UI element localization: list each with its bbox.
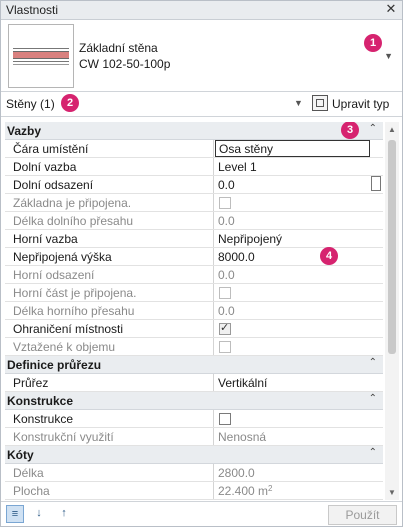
property-grid: Vazby 3 ⌃ Čára umístění Osa stěny Dolní … [5, 122, 383, 500]
apply-button[interactable]: Použít [328, 505, 397, 525]
checkbox [219, 197, 231, 209]
prop-value[interactable]: 0.0 [218, 178, 235, 192]
filter-chevron-icon[interactable]: ▼ [294, 98, 303, 108]
sort-az-icon[interactable]: ↓ [31, 505, 47, 521]
prop-cross-section[interactable]: Průřez Vertikální [5, 374, 383, 392]
prop-label: Ohraničení místnosti [13, 322, 124, 336]
group-section[interactable]: Definice průřezu ⌃ [5, 356, 383, 374]
prop-label: Horní část je připojena. [13, 286, 137, 300]
collapse-icon[interactable]: ⌃ [369, 123, 377, 134]
prop-value: 22.400 m2 [218, 484, 273, 498]
prop-value: 0.0 [218, 304, 235, 318]
scroll-up-icon[interactable]: ▲ [388, 125, 396, 134]
prop-base-offset[interactable]: Dolní odsazení 0.0 [5, 176, 383, 194]
prop-value: 0.0 [218, 268, 235, 282]
prop-value: Nenosná [218, 430, 267, 444]
prop-value[interactable]: Nepřipojený [218, 232, 282, 246]
edit-type-button[interactable]: Upravit typ [310, 93, 398, 114]
location-line-field[interactable]: Osa stěny [215, 140, 370, 157]
prop-base-extension: Délka dolního přesahu 0.0 [5, 212, 383, 230]
prop-label: Průřez [13, 376, 49, 390]
window-title: Vlastnosti [6, 3, 59, 17]
close-icon[interactable]: ✕ [384, 2, 398, 16]
prop-label: Horní vazba [13, 232, 78, 246]
prop-label: Vztažené k objemu [13, 340, 116, 354]
properties-panel: Vlastnosti ✕ Základní stěna CW 102-50-10… [0, 0, 403, 527]
scrollbar[interactable]: ▲ ▼ [385, 122, 399, 500]
group-title: Kóty [7, 448, 34, 462]
edit-type-icon [312, 95, 328, 111]
sort-category-icon[interactable]: ≡ [6, 505, 24, 523]
prop-related-mass: Vztažené k objemu [5, 338, 383, 356]
instance-filter-row: Stěny (1) 2 ▼ Upravit typ [1, 91, 402, 117]
collapse-icon[interactable]: ⌃ [369, 447, 377, 458]
prop-label: Dolní odsazení [13, 178, 94, 192]
prop-top-extension: Délka horního přesahu 0.0 [5, 302, 383, 320]
prop-label: Délka horního přesahu [13, 304, 135, 318]
collapse-icon[interactable]: ⌃ [369, 357, 377, 368]
prop-value: Osa stěny [219, 142, 274, 156]
type-preview-image [8, 24, 74, 88]
prop-room-bounding[interactable]: Ohraničení místnosti [5, 320, 383, 338]
callout-badge-2: 2 [61, 94, 79, 112]
prop-base-constraint[interactable]: Dolní vazba Level 1 [5, 158, 383, 176]
prop-length: Délka 2800.0 [5, 464, 383, 482]
prop-value: 2800.0 [218, 466, 255, 480]
prop-label: Čára umístění [13, 142, 89, 156]
prop-label: Konstrukční využití [13, 430, 114, 444]
callout-badge-3: 3 [341, 122, 359, 139]
prop-label: Základna je připojena. [13, 196, 132, 210]
instance-filter[interactable]: Stěny (1) [6, 97, 55, 111]
prop-top-offset: Horní odsazení 0.0 [5, 266, 383, 284]
prop-value[interactable]: Vertikální [218, 376, 267, 390]
checkbox-checked[interactable] [219, 321, 231, 335]
prop-top-attached: Horní část je připojena. [5, 284, 383, 302]
title-bar: Vlastnosti ✕ [1, 1, 402, 20]
group-constraints[interactable]: Vazby 3 ⌃ [5, 122, 383, 140]
scroll-thumb[interactable] [388, 140, 396, 354]
bottom-toolbar: ≡ ↓ ↑ Použít [1, 501, 402, 527]
group-construction[interactable]: Konstrukce ⌃ [5, 392, 383, 410]
prop-area: Plocha 22.400 m2 [5, 482, 383, 500]
prop-value[interactable]: Level 1 [218, 160, 257, 174]
prop-label: Plocha [13, 484, 50, 498]
collapse-icon[interactable]: ⌃ [369, 393, 377, 404]
prop-label: Nepřipojená výška [13, 250, 112, 264]
type-name: CW 102-50-100p [79, 57, 171, 71]
group-dimensions[interactable]: Kóty ⌃ [5, 446, 383, 464]
scroll-down-icon[interactable]: ▼ [388, 488, 396, 497]
edit-type-label: Upravit typ [332, 97, 390, 111]
prop-structural[interactable]: Konstrukce [5, 410, 383, 428]
prop-label: Konstrukce [13, 412, 74, 426]
value-edit-button[interactable] [371, 176, 381, 191]
group-title: Definice průřezu [7, 358, 102, 372]
prop-label: Dolní vazba [13, 160, 77, 174]
callout-badge-4: 4 [320, 247, 338, 265]
checkbox[interactable] [219, 413, 231, 425]
prop-value[interactable]: 8000.0 [218, 250, 255, 264]
checkbox [219, 287, 231, 299]
dropdown-chevron-icon[interactable]: ▼ [384, 51, 393, 61]
prop-label: Horní odsazení [13, 268, 95, 282]
callout-badge-1: 1 [364, 34, 382, 52]
prop-value: 0.0 [218, 214, 235, 228]
prop-top-constraint[interactable]: Horní vazba Nepřipojený [5, 230, 383, 248]
checkbox [219, 341, 231, 353]
prop-structural-usage: Konstrukční využití Nenosná [5, 428, 383, 446]
sort-za-icon[interactable]: ↑ [56, 505, 72, 521]
type-selector[interactable]: Základní stěna CW 102-50-100p 1 ▼ [5, 21, 399, 89]
prop-label: Délka [13, 466, 44, 480]
group-title: Konstrukce [7, 394, 74, 408]
prop-base-attached: Základna je připojena. [5, 194, 383, 212]
prop-label: Délka dolního přesahu [13, 214, 134, 228]
prop-unconnected-height[interactable]: Nepřipojená výška 8000.0 4 [5, 247, 383, 266]
group-title: Vazby [7, 124, 42, 138]
prop-location-line[interactable]: Čára umístění Osa stěny [5, 140, 383, 158]
type-family-name: Základní stěna [79, 41, 158, 55]
